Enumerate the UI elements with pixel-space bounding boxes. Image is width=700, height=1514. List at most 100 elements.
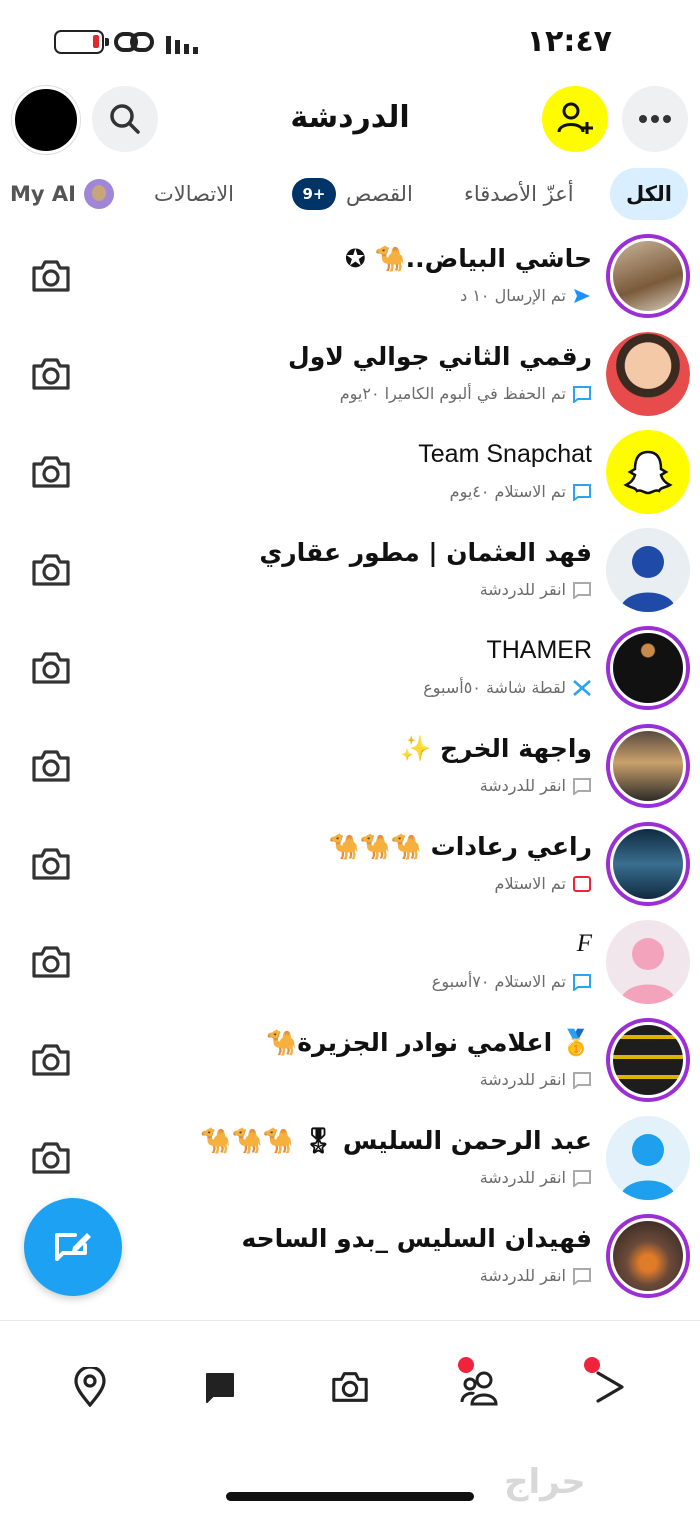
chat-row[interactable]: عبد الرحمن السليس 🎖 🐪🐪🐪 انقر للدردشة	[0, 1110, 700, 1208]
camera-icon[interactable]	[30, 846, 72, 882]
screenshot-icon	[573, 679, 591, 696]
chat-name: 🥇 اعلامي نوادر الجزيرة🐪	[266, 1028, 592, 1057]
camera-icon	[332, 1372, 368, 1402]
ghost-icon	[623, 450, 673, 495]
chat-name: حاشي البياض..🐪 ✪	[344, 244, 592, 273]
chat-name: راعي رعادات 🐪🐪🐪	[328, 832, 592, 861]
camera-icon[interactable]	[30, 1042, 72, 1078]
chat-row[interactable]: 🥇 اعلامي نوادر الجزيرة🐪 انقر للدردشة	[0, 1012, 700, 1110]
add-friend-icon	[557, 102, 593, 134]
nav-stories[interactable]	[456, 1357, 504, 1411]
nav-spotlight[interactable]	[584, 1357, 632, 1411]
chat-status: انقر للدردشة	[480, 1070, 592, 1089]
story-avatar[interactable]	[606, 1018, 690, 1102]
person-silhouette-icon	[620, 1134, 676, 1200]
person-silhouette-icon	[620, 546, 676, 612]
chat-status: انقر للدردشة	[480, 1168, 592, 1187]
chat-name: THAMER	[486, 636, 592, 664]
tab-my-ai-label: My AI	[10, 182, 76, 206]
chat-bubble-icon	[573, 385, 591, 403]
chat-name: فهد العثمان | مطور عقاري	[259, 538, 592, 567]
bottom-nav	[0, 1320, 700, 1450]
story-avatar[interactable]	[606, 626, 690, 710]
default-avatar[interactable]	[606, 528, 690, 612]
signal-icon	[166, 36, 198, 54]
story-avatar[interactable]	[606, 1214, 690, 1298]
chat-bubble-icon	[573, 483, 591, 501]
chat-name: فهيدان السليس _بدو الساحه	[241, 1224, 592, 1253]
chat-icon	[206, 1373, 234, 1403]
default-avatar[interactable]	[606, 1116, 690, 1200]
new-chat-button[interactable]	[24, 1198, 122, 1296]
tab-best-friends[interactable]: أعزّ الأصدقاء	[464, 168, 574, 220]
chat-bubble-outline-icon	[573, 1267, 591, 1285]
camera-icon[interactable]	[30, 650, 72, 686]
add-friend-button[interactable]	[542, 86, 608, 152]
nav-chat[interactable]	[196, 1363, 244, 1411]
chat-status: تم الاستلام	[495, 874, 592, 893]
notification-dot	[458, 1357, 474, 1373]
chat-row[interactable]: F تم الاستلام ٧٠أسبوع	[0, 914, 700, 1012]
story-avatar[interactable]	[606, 724, 690, 808]
chat-row[interactable]: Team Snapchat تم الاستلام ٤٠يوم	[0, 424, 700, 522]
chat-bubble-icon	[573, 973, 591, 991]
chat-row[interactable]: فهد العثمان | مطور عقاري انقر للدردشة	[0, 522, 700, 620]
tab-stories-label: القصص	[346, 182, 413, 206]
nav-map[interactable]	[66, 1363, 114, 1411]
camera-icon[interactable]	[30, 258, 72, 294]
link-icon	[114, 32, 154, 52]
chat-bubble-outline-icon	[573, 581, 591, 599]
story-avatar[interactable]	[606, 234, 690, 318]
camera-icon[interactable]	[30, 454, 72, 490]
tab-all[interactable]: الكل	[610, 168, 688, 220]
camera-icon[interactable]	[30, 748, 72, 784]
chat-name: عبد الرحمن السليس 🎖 🐪🐪🐪	[200, 1126, 592, 1155]
notification-dot	[584, 1357, 600, 1373]
stories-count-badge: 9+	[292, 178, 336, 210]
chat-name: واجهة الخرج ✨	[400, 734, 592, 763]
chat-row[interactable]: واجهة الخرج ✨ انقر للدردشة	[0, 718, 700, 816]
more-button[interactable]	[622, 86, 688, 152]
battery-icon	[54, 30, 109, 54]
camera-icon[interactable]	[30, 944, 72, 980]
my-ai-avatar	[83, 179, 114, 209]
chat-row[interactable]: راعي رعادات 🐪🐪🐪 تم الاستلام	[0, 816, 700, 914]
chat-name: Team Snapchat	[418, 440, 592, 468]
chat-status: انقر للدردشة	[480, 776, 592, 795]
chat-row[interactable]: رقمي الثاني جوالي لاول تم الحفظ في ألبوم…	[0, 326, 700, 424]
sent-arrow-icon	[574, 288, 590, 303]
received-snap-icon	[573, 875, 591, 892]
chat-name: F	[576, 930, 592, 957]
chat-status: لقطة شاشة ٥٠أسبوع	[423, 678, 592, 697]
nav-camera[interactable]	[326, 1363, 374, 1411]
chat-bubble-outline-icon	[573, 1169, 591, 1187]
play-icon	[596, 1371, 624, 1403]
friends-icon	[460, 1371, 498, 1406]
home-indicator[interactable]	[226, 1492, 474, 1501]
bitmoji-avatar[interactable]	[606, 332, 690, 416]
camera-icon[interactable]	[30, 552, 72, 588]
chat-row[interactable]: حاشي البياض..🐪 ✪ تم الإرسال ١٠ د	[0, 228, 700, 326]
tab-my-ai[interactable]: My AI	[10, 168, 114, 220]
more-icon	[639, 115, 671, 123]
chat-name: رقمي الثاني جوالي لاول	[288, 342, 592, 371]
snapchat-ghost-avatar[interactable]	[606, 430, 690, 514]
map-pin-icon	[74, 1367, 106, 1407]
tab-contacts[interactable]: الاتصالات	[154, 168, 234, 220]
camera-icon[interactable]	[30, 1140, 72, 1176]
story-avatar[interactable]	[606, 822, 690, 906]
chat-row[interactable]: THAMER لقطة شاشة ٥٠أسبوع	[0, 620, 700, 718]
tab-stories[interactable]: 9+ القصص	[292, 168, 413, 220]
chat-status: تم الحفظ في ألبوم الكاميرا ٢٠يوم	[340, 384, 592, 403]
person-silhouette-icon	[620, 938, 676, 1004]
chat-bubble-outline-icon	[573, 777, 591, 795]
camera-icon[interactable]	[30, 356, 72, 392]
chat-status: انقر للدردشة	[480, 1266, 592, 1285]
chat-status: تم الإرسال ١٠ د	[460, 286, 592, 305]
chat-list: حاشي البياض..🐪 ✪ تم الإرسال ١٠ د رقمي ال…	[0, 228, 700, 1306]
clock: ١٢:٤٧	[526, 24, 612, 59]
default-avatar[interactable]	[606, 920, 690, 1004]
chat-bubble-outline-icon	[573, 1071, 591, 1089]
status-bar: ١٢:٤٧	[0, 0, 700, 80]
compose-icon	[55, 1233, 91, 1261]
